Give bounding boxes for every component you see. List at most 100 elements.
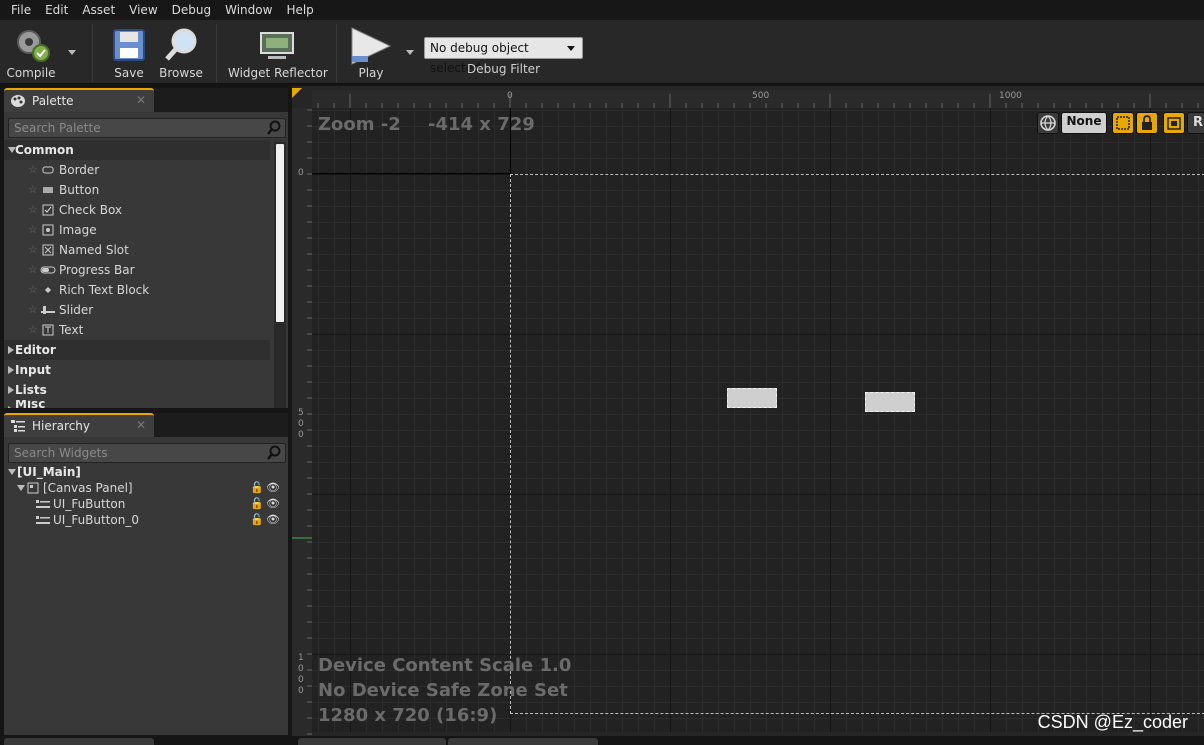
ruler-left-label-1000: 1 0 0 0	[298, 653, 304, 696]
left-panels: Palette ✕ Search Palette Common ☆ Border	[0, 86, 290, 745]
compile-options-chevron-icon[interactable]	[68, 50, 76, 55]
expand-right-icon	[8, 346, 14, 354]
expand-right-icon	[8, 406, 14, 408]
palette-panel: Palette ✕ Search Palette Common ☆ Border	[4, 88, 288, 408]
play-options-chevron-icon[interactable]	[406, 50, 414, 55]
widget-reflector-label: Widget Reflector	[228, 66, 328, 80]
design-canvas[interactable]: Zoom -2 -414 x 729 Device Content Scale …	[312, 108, 1204, 732]
hierarchy-item-fubutton[interactable]: UI_FuButton 🔓 👁	[4, 496, 280, 512]
fubutton-widget[interactable]	[727, 388, 777, 408]
eye-icon[interactable]: 👁	[266, 480, 280, 496]
category-common[interactable]: Common	[4, 140, 270, 160]
palette-item-label: Check Box	[59, 203, 123, 217]
tab-hierarchy[interactable]: Hierarchy ✕	[4, 413, 154, 437]
favorite-star-icon[interactable]: ☆	[28, 180, 38, 200]
favorite-star-icon[interactable]: ☆	[28, 260, 38, 280]
category-misc[interactable]: Misc	[4, 400, 270, 408]
browse-button[interactable]: Browse	[158, 24, 204, 84]
category-editor[interactable]: Editor	[4, 340, 270, 360]
close-icon[interactable]: ✕	[136, 418, 146, 432]
menu-help[interactable]: Help	[279, 0, 320, 20]
category-input-label: Input	[15, 363, 51, 377]
tab-animations[interactable]	[4, 738, 154, 745]
hierarchy-item-fubutton-0[interactable]: UI_FuButton_0 🔓 👁	[4, 512, 280, 528]
unlock-icon[interactable]: 🔓	[250, 512, 264, 528]
designer-viewport[interactable]: 0 500 1000 0 5 0 0 1 0 0 0 Zoom -2 -414 …	[292, 86, 1204, 736]
layout-box-icon[interactable]	[1112, 112, 1134, 134]
menu-window[interactable]: Window	[218, 0, 279, 20]
favorite-star-icon[interactable]: ☆	[28, 160, 38, 180]
expand-right-icon	[8, 386, 14, 394]
user-widget-icon	[36, 500, 50, 508]
compile-label: Compile	[6, 66, 56, 80]
globe-icon[interactable]	[1037, 112, 1059, 134]
unlock-icon[interactable]: 🔓	[250, 496, 264, 512]
debug-object-select[interactable]: No debug object selected	[424, 37, 583, 75]
lock-icon[interactable]	[1136, 112, 1158, 134]
palette-item-border[interactable]: ☆ Border	[4, 160, 270, 180]
palette-item-label: Text	[59, 323, 84, 337]
compile-button[interactable]: Compile	[4, 24, 58, 84]
named-slot-icon	[42, 244, 54, 256]
hierarchy-canvas-panel[interactable]: [Canvas Panel] 🔓 👁	[4, 480, 280, 496]
progress-bar-icon	[40, 266, 56, 274]
category-lists[interactable]: Lists	[4, 380, 270, 400]
palette-item-label: Rich Text Block	[59, 283, 150, 297]
debug-filter-label: Debug Filter	[467, 62, 540, 76]
palette-item-slider[interactable]: ☆ Slider	[4, 300, 270, 320]
play-button[interactable]: Play	[346, 24, 396, 84]
palette-item-rich-text-block[interactable]: ☆ Rich Text Block	[4, 280, 270, 300]
eye-icon[interactable]: 👁	[266, 496, 280, 512]
hierarchy-root[interactable]: [UI_Main]	[4, 464, 270, 480]
device-content-scale: Device Content Scale 1.0	[318, 655, 572, 676]
menu-asset[interactable]: Asset	[75, 0, 122, 20]
palette-item-image[interactable]: ☆ Image	[4, 220, 270, 240]
eye-icon[interactable]: 👁	[266, 512, 280, 528]
category-lists-label: Lists	[15, 383, 47, 397]
category-input[interactable]: Input	[4, 360, 270, 380]
r-button[interactable]: R	[1187, 112, 1204, 134]
search-icon	[267, 120, 281, 135]
widget-reflector-button[interactable]: Widget Reflector	[228, 24, 328, 84]
watermark: CSDN @Ez_coder	[1037, 712, 1188, 732]
palette-item-progress-bar[interactable]: ☆ Progress Bar	[4, 260, 270, 280]
menu-edit[interactable]: Edit	[38, 0, 75, 20]
hierarchy-root-label: [UI_Main]	[17, 465, 81, 479]
ruler-top-label-500: 500	[752, 91, 770, 101]
save-button[interactable]: Save	[108, 24, 150, 84]
menu-view[interactable]: View	[122, 0, 164, 20]
unlock-icon[interactable]: 🔓	[250, 480, 264, 496]
palette-item-check-box[interactable]: ☆ Check Box	[4, 200, 270, 220]
origin-axis-horizontal	[312, 173, 510, 174]
favorite-star-icon[interactable]: ☆	[28, 280, 38, 300]
category-misc-label: Misc	[15, 400, 46, 408]
palette-item-text[interactable]: ☆ Text	[4, 320, 270, 340]
palette-item-button[interactable]: ☆ Button	[4, 180, 270, 200]
tab-timeline[interactable]	[298, 738, 446, 745]
tab-compiler-results[interactable]	[448, 738, 598, 745]
menu-file[interactable]: File	[4, 0, 38, 20]
close-icon[interactable]: ✕	[136, 93, 146, 107]
hierarchy-search-placeholder: Search Widgets	[14, 446, 108, 460]
favorite-star-icon[interactable]: ☆	[28, 300, 38, 320]
category-common-label: Common	[15, 143, 74, 157]
chevron-down-icon	[567, 46, 575, 51]
expand-down-icon	[8, 469, 16, 475]
hierarchy-search-input[interactable]: Search Widgets	[8, 443, 286, 463]
palette-search-input[interactable]: Search Palette	[8, 118, 286, 138]
favorite-star-icon[interactable]: ☆	[28, 240, 38, 260]
ruler-left: 0 5 0 0 1 0 0 0	[292, 108, 312, 736]
text-icon	[42, 324, 54, 336]
none-dropdown[interactable]: None	[1061, 112, 1107, 134]
favorite-star-icon[interactable]: ☆	[28, 320, 38, 340]
fubutton-0-widget[interactable]	[865, 392, 915, 412]
palette-item-named-slot[interactable]: ☆ Named Slot	[4, 240, 270, 260]
tab-palette[interactable]: Palette ✕	[4, 88, 154, 112]
favorite-star-icon[interactable]: ☆	[28, 220, 38, 240]
menu-debug[interactable]: Debug	[165, 0, 218, 20]
palette-item-label: Named Slot	[59, 243, 129, 257]
gear-icon	[17, 30, 50, 62]
favorite-star-icon[interactable]: ☆	[28, 200, 38, 220]
palette-scrollbar[interactable]	[276, 144, 284, 322]
respect-locks-icon[interactable]	[1163, 112, 1185, 134]
